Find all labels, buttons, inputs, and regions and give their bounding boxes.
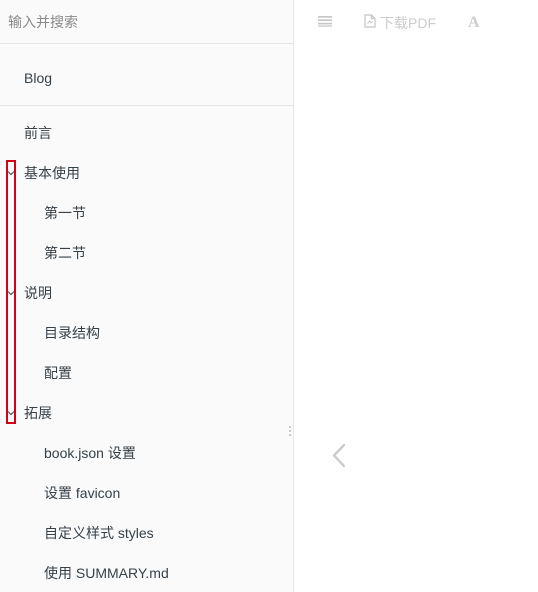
highlight-outline [6, 160, 16, 424]
sidebar-item-basic-usage[interactable]: 基本使用 [0, 153, 293, 193]
font-settings-button[interactable]: A [468, 8, 480, 38]
sidebar-item-label: 拓展 [24, 405, 52, 421]
previous-page-button[interactable] [326, 436, 356, 476]
file-icon [364, 13, 376, 33]
sidebar-item-config[interactable]: 配置 [0, 353, 293, 393]
sidebar-item-summary[interactable]: 使用 SUMMARY.md [0, 553, 293, 592]
chevron-left-icon [326, 443, 356, 480]
download-pdf-button[interactable]: 下载PDF [364, 8, 436, 38]
hamburger-icon [318, 14, 332, 32]
sidebar-item-label: 使用 SUMMARY.md [44, 565, 169, 581]
sidebar-item-label: 设置 favicon [44, 485, 121, 501]
sidebar-item-label: Blog [24, 70, 53, 86]
sidebar-item-book-json[interactable]: book.json 设置 [0, 433, 293, 473]
sidebar-resize-handle[interactable] [288, 424, 292, 436]
sidebar-item-label: 前言 [24, 125, 52, 141]
sidebar-item-label: 基本使用 [24, 165, 80, 181]
toggle-sidebar-button[interactable] [318, 8, 332, 38]
sidebar-item-section-one[interactable]: 第一节 [0, 193, 293, 233]
sidebar-item-extensions[interactable]: 拓展 [0, 393, 293, 433]
sidebar-item-label: 说明 [24, 285, 52, 301]
sidebar-item-label: book.json 设置 [44, 445, 136, 461]
sidebar-item-label: 第一节 [44, 205, 86, 221]
sidebar-divider [0, 105, 293, 106]
sidebar-item-section-two[interactable]: 第二节 [0, 233, 293, 273]
sidebar-item-label: 配置 [44, 365, 72, 381]
sidebar-item-favicon[interactable]: 设置 favicon [0, 473, 293, 513]
sidebar-item-explanation[interactable]: 说明 [0, 273, 293, 313]
search-bar [0, 0, 293, 44]
sidebar-item-label: 第二节 [44, 245, 86, 261]
sidebar-item-label: 目录结构 [44, 325, 100, 341]
sidebar-item-preface[interactable]: 前言 [0, 113, 293, 153]
sidebar-item-blog[interactable]: Blog [0, 58, 293, 98]
sidebar: Blog 前言 基本使用 第一节 第二节 说明 目录结构 配置 拓展 book.… [0, 0, 294, 592]
sidebar-item-label: 自定义样式 styles [44, 525, 154, 541]
font-icon: A [468, 14, 480, 31]
search-input[interactable] [0, 0, 293, 43]
sidebar-item-directory-structure[interactable]: 目录结构 [0, 313, 293, 353]
download-pdf-label: 下载PDF [380, 15, 436, 31]
sidebar-item-custom-styles[interactable]: 自定义样式 styles [0, 513, 293, 553]
